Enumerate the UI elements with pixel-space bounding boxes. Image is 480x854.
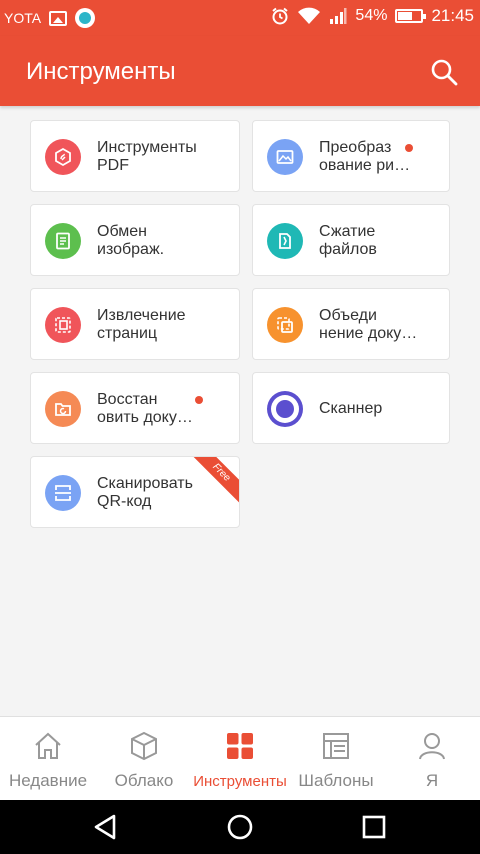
tool-label: Сканнер <box>319 400 383 417</box>
profile-icon <box>419 733 445 760</box>
tool-scanner[interactable]: Сканнер <box>252 372 450 444</box>
battery-icon <box>395 9 427 23</box>
page-title: Инструменты <box>26 58 176 85</box>
merge-docs-icon <box>267 307 303 343</box>
tool-pdf-tools[interactable]: Инструменты PDF <box>30 120 240 192</box>
compress-icon <box>267 223 303 259</box>
tools-grid-icon <box>227 733 253 759</box>
app-bar: Инструменты <box>0 36 480 106</box>
tool-restore-docs[interactable]: Восстан овить доку… <box>30 372 240 444</box>
tool-image-exchange[interactable]: Обмен изображ. <box>30 204 240 276</box>
tool-label: Объеди нение доку… <box>319 307 418 342</box>
templates-icon <box>323 733 349 759</box>
image-exchange-icon <box>45 223 81 259</box>
recents-icon[interactable] <box>360 813 388 841</box>
clock: 21:45 <box>431 6 474 25</box>
nav-tools[interactable]: Инструменты <box>192 717 288 800</box>
tool-label: Обмен изображ. <box>97 223 165 258</box>
nav-profile[interactable]: Я <box>384 717 480 800</box>
cloud-box-icon <box>131 731 157 761</box>
alarm-icon <box>272 7 289 25</box>
tool-label: Сжатие файлов <box>319 223 377 258</box>
tool-qr-scan[interactable]: Сканировать QR-код Free <box>30 456 240 528</box>
wifi-icon <box>298 7 321 24</box>
carrier-label: YOTA <box>4 10 42 26</box>
new-badge-dot <box>405 144 413 152</box>
nav-label: Инструменты <box>193 773 287 790</box>
nav-label: Облако <box>114 771 174 790</box>
tool-label: Инструменты PDF <box>97 139 197 174</box>
gallery-notification-icon <box>49 10 68 26</box>
tool-compress[interactable]: Сжатие файлов <box>252 204 450 276</box>
back-icon[interactable] <box>92 813 120 841</box>
tool-label: Извлечение страниц <box>97 307 186 342</box>
status-left: YOTA <box>4 8 96 28</box>
free-ribbon: Free <box>193 457 239 503</box>
image-convert-icon <box>267 139 303 175</box>
status-bar: YOTA 54% 21:45 <box>0 0 480 36</box>
nav-label: Шаблоны <box>298 771 374 790</box>
signal-icon <box>330 8 347 24</box>
nav-label: Недавние <box>8 771 88 790</box>
nav-label: Я <box>425 771 439 790</box>
restore-docs-icon <box>45 391 81 427</box>
status-right: 54% 21:45 <box>271 6 474 26</box>
tool-image-convert[interactable]: Преобраз ование ри… <box>252 120 450 192</box>
scanner-icon <box>267 391 303 427</box>
free-ribbon-label: Free <box>193 457 239 503</box>
app-notification-icon <box>75 8 96 28</box>
nav-cloud[interactable]: Облако <box>96 717 192 800</box>
nav-templates[interactable]: Шаблоны <box>288 717 384 800</box>
pdf-tools-icon <box>45 139 81 175</box>
bottom-navigation: Недавние Облако Инструменты Шаблоны Я <box>0 716 480 800</box>
tool-extract-pages[interactable]: Извлечение страниц <box>30 288 240 360</box>
system-navigation-bar <box>0 800 480 854</box>
extract-pages-icon <box>45 307 81 343</box>
nav-recent[interactable]: Недавние <box>0 717 96 800</box>
home-circle-icon[interactable] <box>226 813 254 841</box>
qr-scan-icon <box>45 475 81 511</box>
tool-merge-docs[interactable]: Объеди нение доку… <box>252 288 450 360</box>
home-icon <box>35 732 61 759</box>
new-badge-dot <box>195 396 203 404</box>
tool-label: Преобраз ование ри… <box>319 139 411 174</box>
search-icon[interactable] <box>430 58 458 86</box>
battery-percent: 54% <box>355 7 388 24</box>
